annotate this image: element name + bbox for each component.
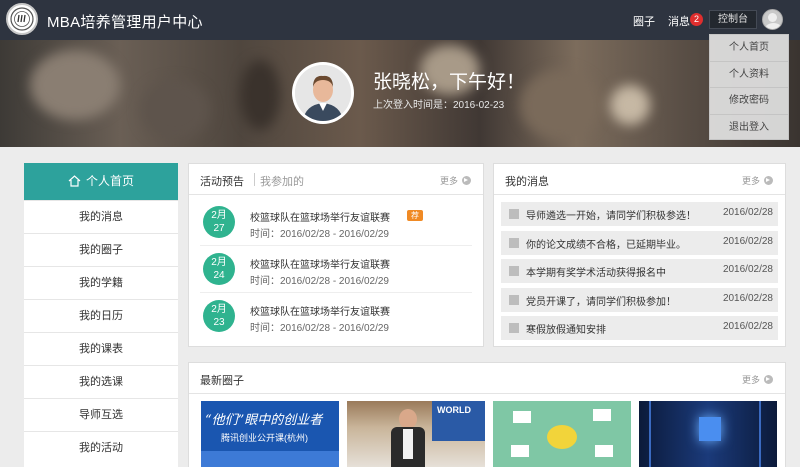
message-text: 导师遴选一开始，请同学们积极参选！ [526, 211, 696, 222]
sidebar-item-mentor-selection[interactable]: 导师互选 [24, 398, 178, 431]
message-date: 2016/02/28 [722, 321, 773, 332]
circles-title: 最新圈子 [200, 375, 244, 387]
activity-item[interactable]: 2月 27 校篮球队在篮球场举行友谊联赛 荐 时间：2016/02/28 - 20… [200, 202, 472, 246]
app-title: MBA培养管理用户中心 [47, 14, 203, 31]
message-text: 寒假放假通知安排 [526, 325, 606, 336]
last-login-text: 上次登入时间是：2016-02-23 [373, 100, 505, 111]
message-icon [509, 323, 519, 333]
activity-time: 时间：2016/02/28 - 2016/02/29 [250, 276, 389, 287]
messages-panel: 我的消息 更多 导师遴选一开始，请同学们积极参选！ 2016/02/28 你的论文… [493, 163, 786, 347]
menu-item-change-password[interactable]: 修改密码 [710, 88, 788, 115]
message-text: 本学期有奖学术活动获得报名中 [526, 268, 666, 279]
university-logo[interactable] [6, 3, 38, 35]
chevron-right-icon [462, 176, 471, 185]
sidebar-item-activities[interactable]: 我的活动 [24, 431, 178, 464]
message-item[interactable]: 导师遴选一开始，请同学们积极参选！ 2016/02/28 [501, 202, 778, 226]
sidebar: 个人首页 我的消息 我的圈子 我的学籍 我的日历 我的课表 我的选课 导师互选 … [24, 163, 178, 467]
message-date: 2016/02/28 [722, 293, 773, 304]
message-date: 2016/02/28 [722, 236, 773, 247]
greeting-text: 张晓松，下午好！ [373, 72, 526, 93]
recommended-badge: 荐 [407, 210, 423, 221]
messages-title: 我的消息 [505, 176, 549, 188]
sidebar-item-enrollment[interactable]: 我的学籍 [24, 266, 178, 299]
home-icon [68, 165, 81, 202]
message-icon [509, 238, 519, 248]
top-bar: MBA培养管理用户中心 圈子 消息 2 控制台 [0, 0, 800, 40]
activity-title[interactable]: 校篮球队在篮球场举行友谊联赛 [250, 303, 390, 318]
circle-image-hadoop[interactable] [493, 401, 631, 467]
nav-messages-link[interactable]: 消息 [668, 13, 690, 29]
circle-image-startup[interactable]: “他们”眼中的创业者 腾讯创业公开课(杭州) [201, 401, 339, 467]
activity-time: 时间：2016/02/28 - 2016/02/29 [250, 323, 389, 334]
circle-image-server-room[interactable] [639, 401, 777, 467]
circle-image-banner-text: WORLD [437, 405, 471, 415]
menu-item-profile[interactable]: 个人资料 [710, 62, 788, 88]
circle-image-subtitle: 腾讯创业公开课(杭州) [221, 433, 308, 443]
control-panel-button[interactable]: 控制台 [709, 10, 757, 29]
message-count-badge: 2 [690, 13, 703, 26]
chevron-right-icon [764, 176, 773, 185]
activities-more-link[interactable]: 更多 [440, 174, 471, 187]
message-icon [509, 266, 519, 276]
activity-time: 时间：2016/02/28 - 2016/02/29 [250, 229, 389, 240]
tab-divider [254, 173, 255, 186]
activity-item[interactable]: 2月 24 校篮球队在篮球场举行友谊联赛 时间：2016/02/28 - 2016… [200, 249, 472, 293]
nav-circle-link[interactable]: 圈子 [633, 13, 655, 29]
message-item[interactable]: 你的论文成绩不合格，已延期毕业。 2016/02/28 [501, 231, 778, 255]
user-avatar[interactable] [762, 9, 783, 30]
messages-more-link[interactable]: 更多 [742, 174, 773, 187]
circles-more-link[interactable]: 更多 [742, 373, 773, 386]
message-icon [509, 209, 519, 219]
circle-image-headline: “他们”眼中的创业者 [205, 413, 323, 428]
message-text: 党员开课了，请同学们积极参加！ [526, 297, 676, 308]
menu-item-logout[interactable]: 退出登入 [710, 115, 788, 142]
activity-title[interactable]: 校篮球队在篮球场举行友谊联赛 [250, 209, 390, 224]
menu-item-home[interactable]: 个人首页 [710, 35, 788, 62]
sidebar-item-home[interactable]: 个人首页 [24, 163, 178, 200]
activities-panel: 活动预告 我参加的 更多 2月 27 校篮球队在篮球场举行友谊联赛 荐 时间：20… [188, 163, 484, 347]
sidebar-item-circles[interactable]: 我的圈子 [24, 233, 178, 266]
sidebar-item-course-selection[interactable]: 我的选课 [24, 365, 178, 398]
message-item[interactable]: 本学期有奖学术活动获得报名中 2016/02/28 [501, 259, 778, 283]
date-badge: 2月 24 [203, 253, 235, 285]
activity-title[interactable]: 校篮球队在篮球场举行友谊联赛 [250, 256, 390, 271]
sidebar-item-messages[interactable]: 我的消息 [24, 200, 178, 233]
sidebar-header-label: 个人首页 [85, 174, 134, 188]
chevron-right-icon [764, 375, 773, 384]
message-text: 你的论文成绩不合格，已延期毕业。 [526, 240, 686, 251]
tab-joined-activities[interactable]: 我参加的 [260, 173, 304, 189]
activity-item[interactable]: 2月 23 校篮球队在篮球场举行友谊联赛 时间：2016/02/28 - 2016… [200, 296, 472, 340]
circle-image-speaker[interactable]: WORLD [347, 401, 485, 467]
message-date: 2016/02/28 [722, 207, 773, 218]
message-icon [509, 295, 519, 305]
message-item[interactable]: 党员开课了，请同学们积极参加！ 2016/02/28 [501, 288, 778, 312]
tab-upcoming-activities[interactable]: 活动预告 [200, 173, 244, 189]
profile-avatar[interactable] [292, 62, 354, 124]
date-badge: 2月 23 [203, 300, 235, 332]
date-badge: 2月 27 [203, 206, 235, 238]
message-date: 2016/02/28 [722, 264, 773, 275]
user-dropdown-menu: 个人首页 个人资料 修改密码 退出登入 [709, 34, 789, 140]
message-item[interactable]: 寒假放假通知安排 2016/02/28 [501, 316, 778, 340]
sidebar-item-timetable[interactable]: 我的课表 [24, 332, 178, 365]
sidebar-item-calendar[interactable]: 我的日历 [24, 299, 178, 332]
